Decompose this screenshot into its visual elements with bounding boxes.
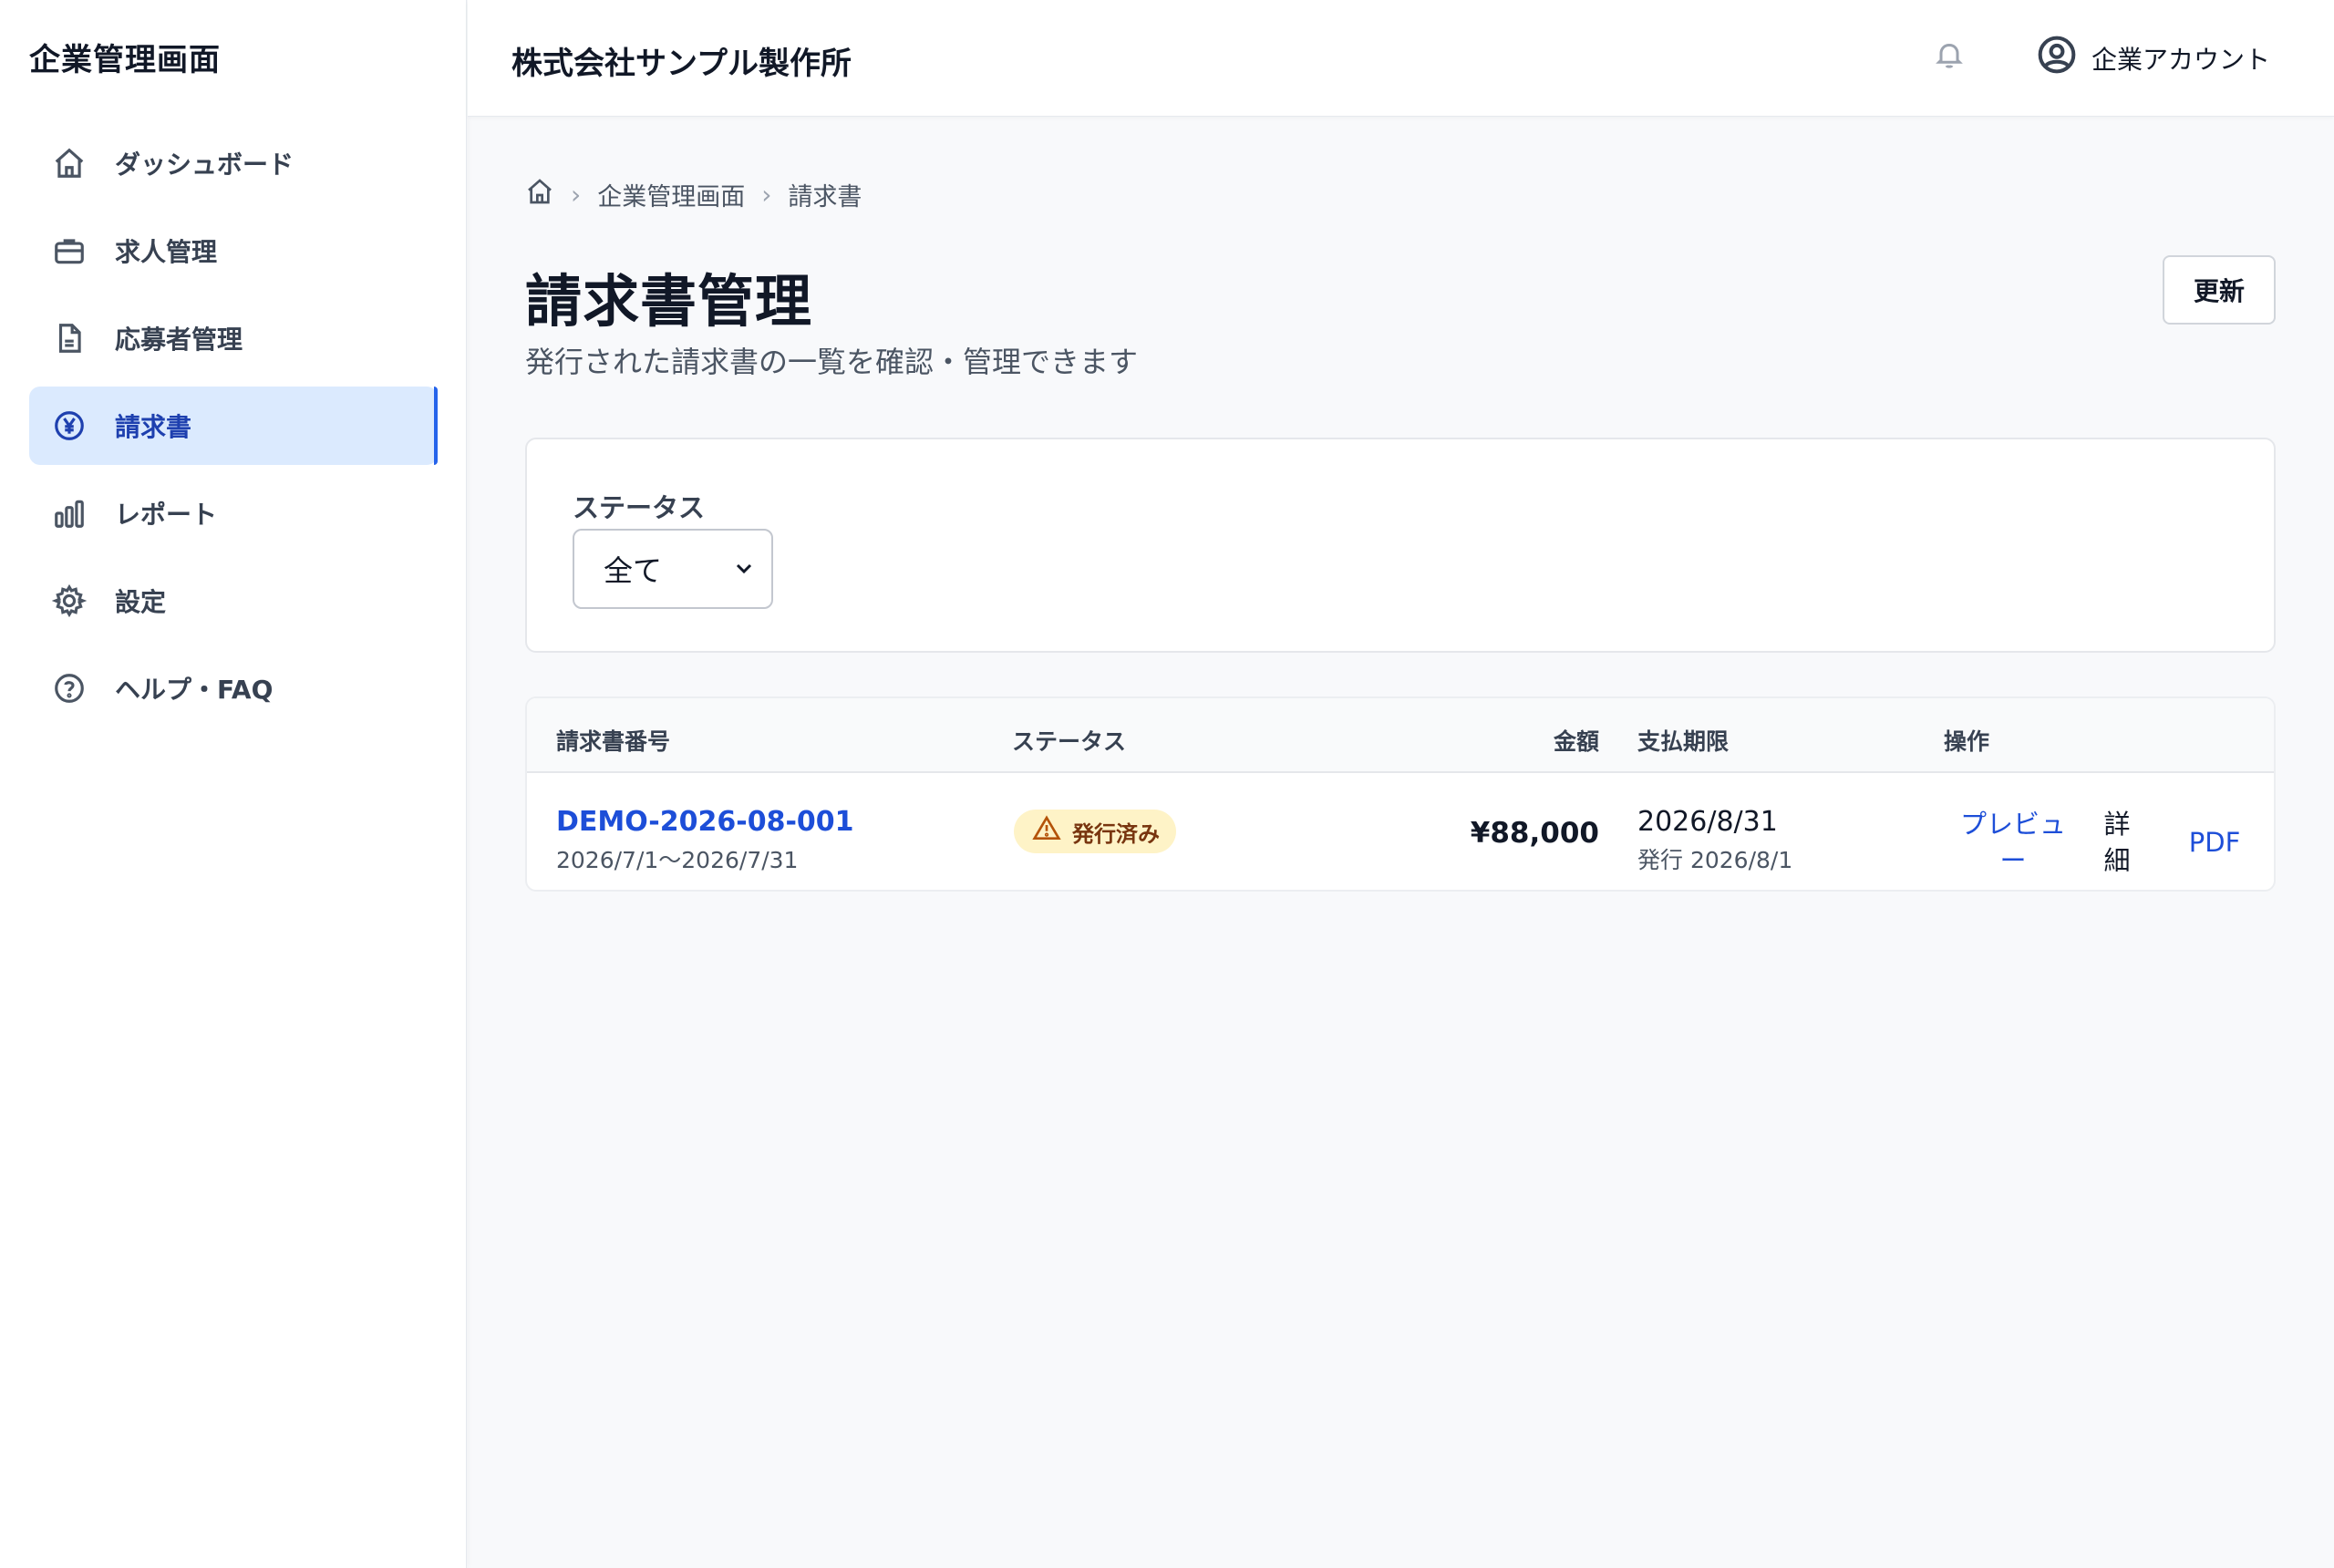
sidebar-item-reports[interactable]: レポート [29, 474, 438, 552]
breadcrumb: › 企業管理画面 › 請求書 [525, 177, 862, 212]
home-icon[interactable] [525, 177, 554, 212]
sidebar-item-settings[interactable]: 設定 [29, 562, 438, 640]
chevron-right-icon: › [571, 180, 582, 210]
account-menu[interactable]: 企業アカウント [2037, 35, 2270, 81]
page-title: 請求書管理 [525, 268, 813, 335]
invoice-table: 請求書番号 ステータス 金額 支払期限 操作 DEMO-2026-08-001 … [525, 696, 2276, 892]
column-header-status: ステータス [1012, 728, 1127, 755]
pdf-button[interactable]: PDF [2183, 824, 2246, 861]
invoice-amount: ¥88,000 [1470, 817, 1599, 850]
sidebar-item-help[interactable]: ヘルプ・FAQ [29, 649, 438, 727]
column-header-invoice-no: 請求書番号 [556, 728, 671, 755]
status-select-value: 全て [604, 553, 663, 588]
document-icon [51, 320, 88, 356]
bar-chart-icon [51, 495, 88, 531]
sidebar-item-dashboard[interactable]: ダッシュボード [29, 124, 438, 202]
sidebar-item-invoices[interactable]: 請求書 [29, 387, 438, 465]
home-icon [51, 145, 88, 181]
user-circle-icon [2037, 35, 2091, 81]
bell-icon [1933, 43, 1966, 75]
sidebar-item-applicants[interactable]: 応募者管理 [29, 299, 438, 377]
invoice-period: 2026/7/1〜2026/7/31 [556, 847, 799, 873]
column-header-due: 支払期限 [1637, 728, 1730, 755]
sidebar-item-label: 設定 [115, 587, 167, 617]
sidebar-item-label: 請求書 [115, 412, 192, 442]
refresh-button[interactable]: 更新 [2163, 255, 2276, 325]
filter-card: ステータス 全て [525, 438, 2276, 653]
sidebar-item-label: レポート [115, 500, 218, 530]
account-label: 企業アカウント [2091, 44, 2270, 75]
yen-icon [51, 407, 88, 444]
chevron-right-icon: › [761, 180, 772, 210]
sidebar-item-jobs[interactable]: 求人管理 [29, 211, 438, 290]
breadcrumb-current: 請求書 [788, 183, 862, 211]
status-select[interactable]: 全て [573, 529, 773, 609]
warning-icon [1032, 814, 1072, 849]
gear-icon [51, 583, 88, 619]
detail-button[interactable]: 詳細 [2099, 806, 2135, 879]
status-filter-label: ステータス [573, 492, 706, 523]
sidebar-item-label: ダッシュボード [115, 150, 294, 180]
briefcase-icon [51, 232, 88, 269]
sidebar-item-label: ヘルプ・FAQ [115, 675, 274, 705]
issued-date: 発行 2026/8/1 [1637, 847, 1793, 873]
column-header-amount: 金額 [1553, 728, 1599, 755]
company-name: 株式会社サンプル製作所 [511, 46, 852, 82]
help-icon [51, 670, 88, 707]
status-badge: 発行済み [1014, 810, 1176, 853]
table-header: 請求書番号 ステータス 金額 支払期限 操作 [527, 698, 2274, 773]
sidebar-item-label: 応募者管理 [115, 325, 243, 355]
sidebar-item-label: 求人管理 [115, 237, 218, 267]
table-row: DEMO-2026-08-001 2026/7/1〜2026/7/31 発行済み… [527, 775, 2274, 890]
sidebar-nav: ダッシュボード 求人管理 応募者管理 請求書 レポート 設定 ヘルプ・FAQ [29, 124, 438, 737]
chevron-down-icon [733, 552, 755, 586]
sidebar-title: 企業管理画面 [29, 42, 221, 78]
due-date: 2026/8/31 [1637, 806, 1778, 838]
top-header: 株式会社サンプル製作所 企業アカウント [468, 0, 2334, 117]
status-badge-label: 発行済み [1072, 820, 1160, 847]
page-subtitle: 発行された請求書の一覧を確認・管理できます [525, 345, 1139, 379]
notification-button[interactable] [1933, 38, 1969, 75]
invoice-number-link[interactable]: DEMO-2026-08-001 [556, 806, 854, 838]
sidebar: 企業管理画面 ダッシュボード 求人管理 応募者管理 請求書 レポート 設定 ヘル… [0, 0, 467, 1568]
app-root: 企業管理画面 ダッシュボード 求人管理 応募者管理 請求書 レポート 設定 ヘル… [0, 0, 2334, 1568]
breadcrumb-link-admin[interactable]: 企業管理画面 [597, 177, 745, 212]
column-header-actions: 操作 [1944, 728, 1990, 755]
preview-button[interactable]: プレビュー [1958, 806, 2068, 879]
